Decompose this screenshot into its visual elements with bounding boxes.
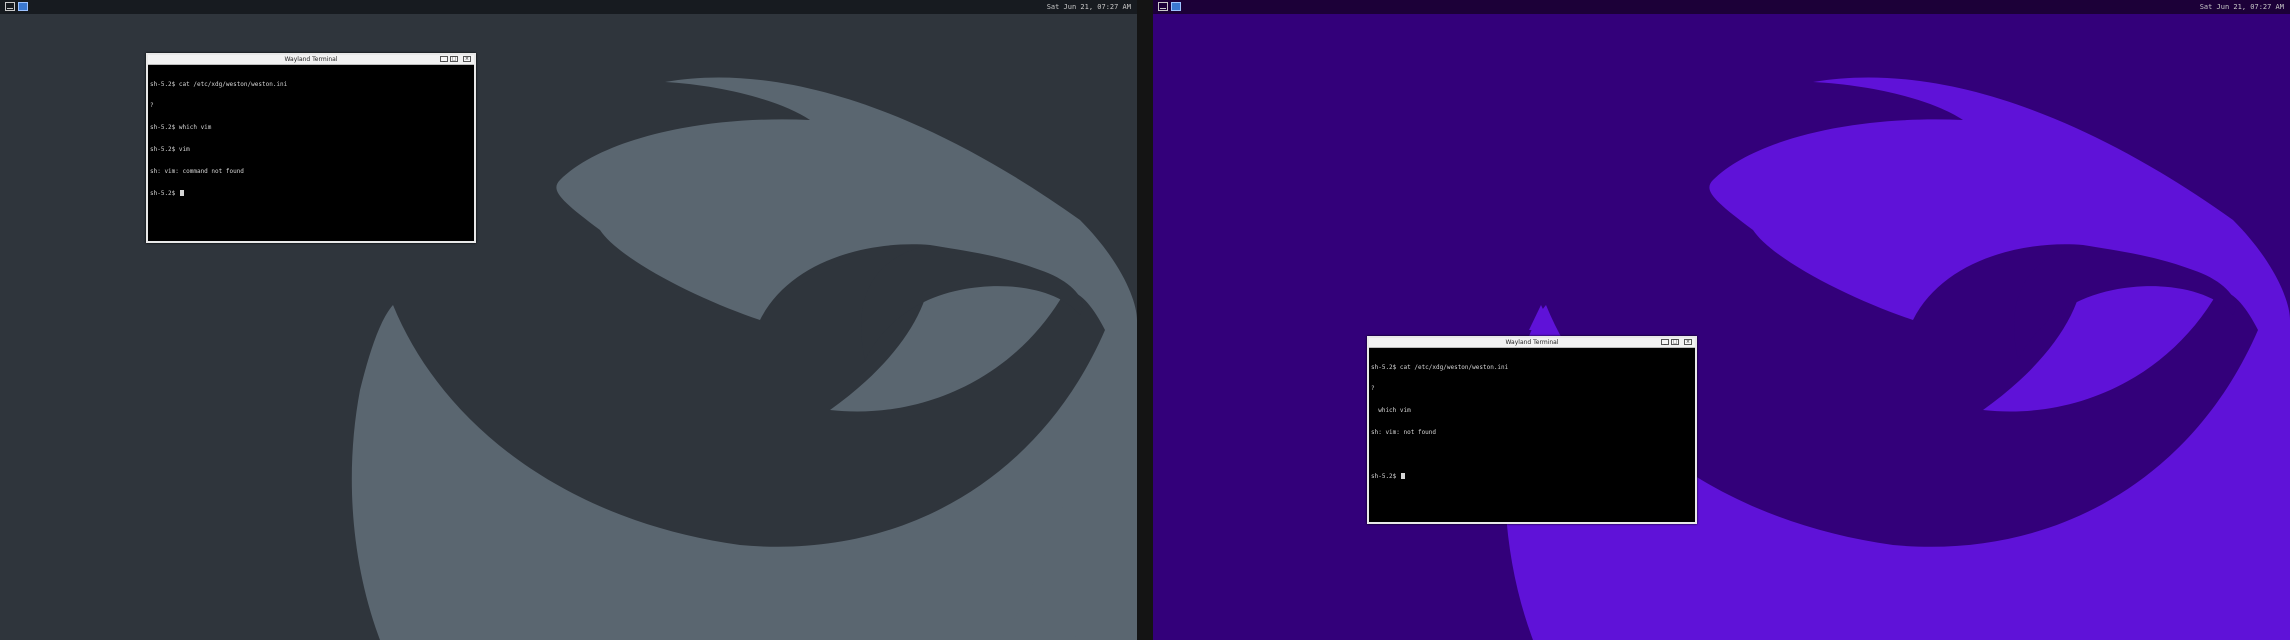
window-titlebar[interactable]: Wayland Terminal _ □ × (148, 55, 474, 65)
terminal-cursor (179, 190, 184, 197)
minimize-button[interactable]: _ (440, 56, 448, 62)
terminal-line: sh: vim: not found (1371, 429, 1437, 437)
minimize-button[interactable]: _ (1661, 339, 1669, 345)
top-panel: Sat Jun 21, 07:27 AM (0, 0, 1137, 14)
window-title: Wayland Terminal (1505, 339, 1559, 346)
left-screen: Sat Jun 21, 07:27 AM Wayland Terminal _ … (0, 0, 1137, 640)
top-panel: Sat Jun 21, 07:27 AM (1153, 0, 2290, 14)
terminal-line: sh-5.2$ vim (150, 146, 190, 154)
app-menu-icon[interactable] (1171, 2, 1181, 11)
keyboard-icon[interactable] (5, 2, 15, 11)
window-title: Wayland Terminal (284, 56, 338, 63)
panel-clock: Sat Jun 21, 07:27 AM (1046, 3, 1131, 11)
close-button[interactable]: × (463, 56, 471, 62)
panel-clock: Sat Jun 21, 07:27 AM (2199, 3, 2284, 11)
close-button[interactable]: × (1684, 339, 1692, 345)
window-titlebar[interactable]: Wayland Terminal _ □ × (1369, 338, 1695, 348)
terminal-window[interactable]: Wayland Terminal _ □ × sh-5.2$ cat /etc/… (146, 53, 476, 243)
terminal-prompt-line[interactable]: sh-5.2$ (150, 190, 472, 197)
wallpaper-logo-right (1504, 77, 2290, 640)
terminal-line: sh-5.2$ cat /etc/xdg/weston/weston.ini (150, 80, 288, 88)
terminal-line: sh-5.2$ which vim (150, 124, 212, 132)
maximize-button[interactable]: □ (450, 56, 458, 62)
maximize-button[interactable]: □ (1671, 339, 1679, 345)
keyboard-icon[interactable] (1158, 2, 1168, 11)
terminal-line: ? (1371, 385, 1375, 393)
app-menu-icon[interactable] (18, 2, 28, 11)
terminal-line: ? (150, 102, 154, 110)
terminal-line: sh: vim: command not found (150, 168, 244, 176)
terminal-prompt: sh-5.2$ (150, 190, 179, 198)
terminal-output[interactable]: sh-5.2$ cat /etc/xdg/weston/weston.ini ?… (1371, 349, 1693, 520)
screen-divider (1137, 0, 1153, 640)
terminal-window[interactable]: Wayland Terminal _ □ × sh-5.2$ cat /etc/… (1367, 336, 1697, 524)
terminal-prompt: sh-5.2$ (1371, 473, 1400, 481)
terminal-cursor (1400, 473, 1405, 480)
terminal-line: which vim (1371, 407, 1411, 415)
right-screen: Sat Jun 21, 07:27 AM Wayland Terminal _ … (1153, 0, 2290, 640)
terminal-line: sh-5.2$ cat /etc/xdg/weston/weston.ini (1371, 363, 1509, 371)
terminal-prompt-line[interactable]: sh-5.2$ (1371, 473, 1693, 480)
terminal-output[interactable]: sh-5.2$ cat /etc/xdg/weston/weston.ini ?… (150, 66, 472, 239)
